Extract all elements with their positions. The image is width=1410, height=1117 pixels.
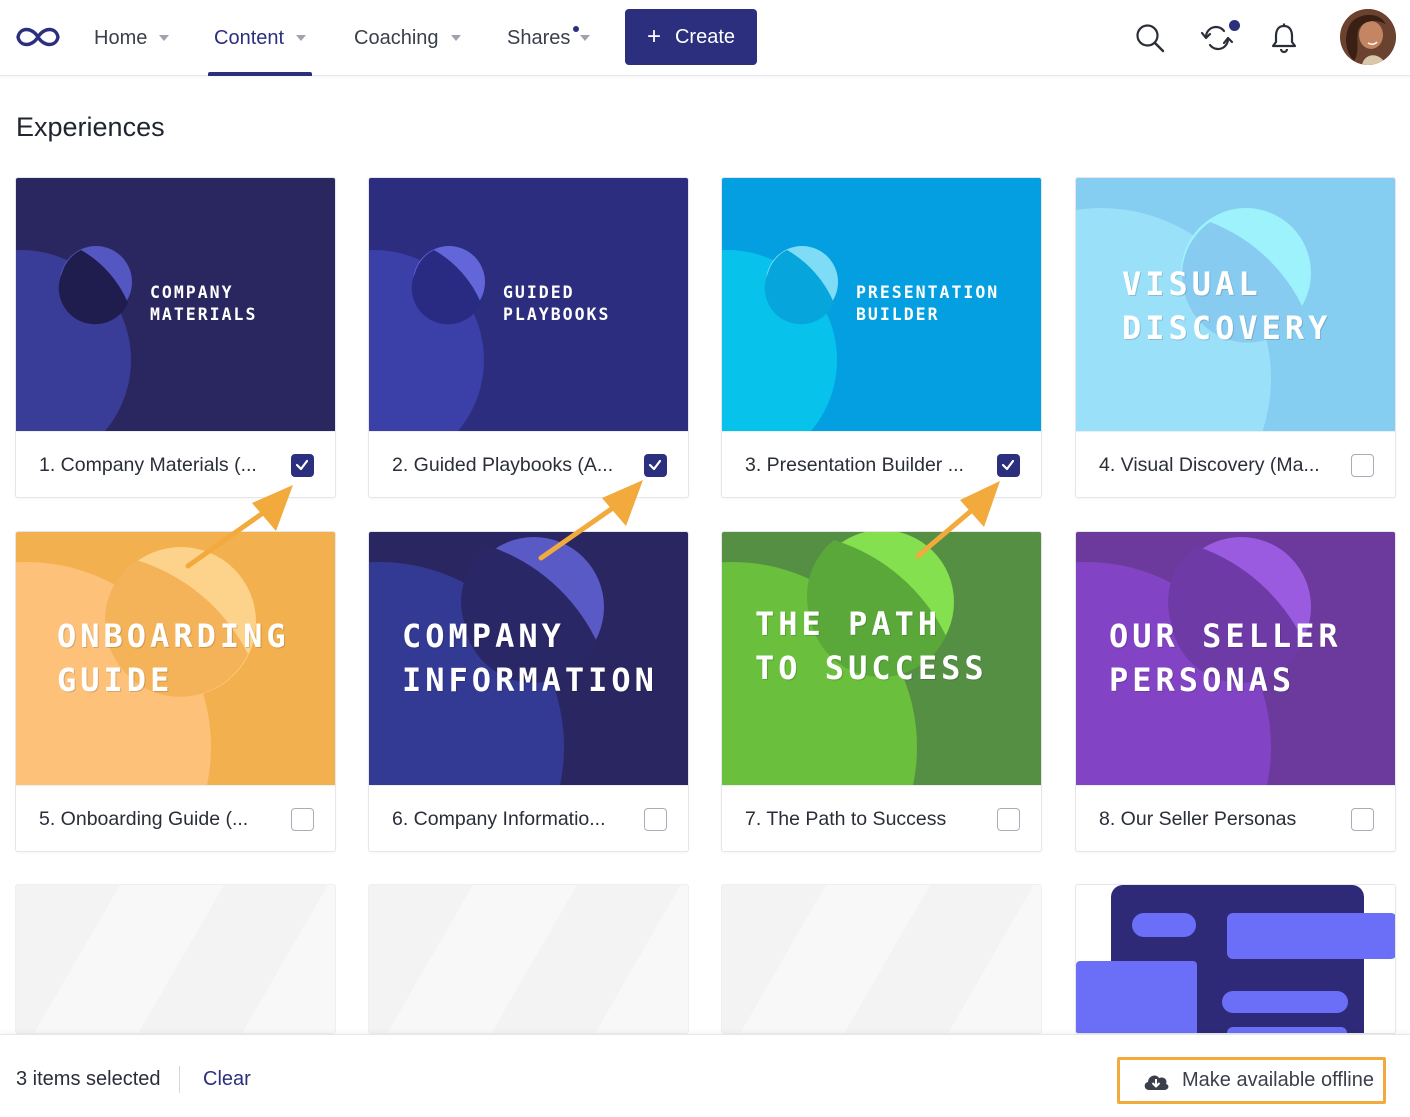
thumbnail-title: COMPANY MATERIALS — [150, 283, 258, 324]
card-footer: 7. The Path to Success — [722, 785, 1041, 851]
checkmark-icon — [295, 459, 309, 471]
chevron-down-icon — [159, 35, 170, 41]
loading-card-placeholder — [368, 884, 689, 1034]
loading-card-placeholder — [721, 884, 1042, 1034]
cloud-download-icon — [1144, 1074, 1169, 1090]
experience-card[interactable]: PRESENTATION BUILDER 3. Presentation Bui… — [721, 177, 1042, 498]
card-thumbnail: COMPANY MATERIALS — [16, 178, 335, 431]
experience-card[interactable] — [1075, 884, 1396, 1034]
nav-coaching[interactable]: Coaching — [354, 0, 461, 76]
card-checkbox[interactable] — [291, 808, 314, 831]
thumbnail-title: ONBOARDING GUIDE — [57, 617, 290, 699]
card-thumbnail: OUR SELLER PERSONAS — [1076, 532, 1395, 785]
thumbnail-title: COMPANY INFORMATION — [402, 617, 658, 699]
card-title: 4. Visual Discovery (Ma... — [1099, 454, 1320, 476]
card-checkbox[interactable] — [997, 808, 1020, 831]
card-footer: 5. Onboarding Guide (... — [16, 785, 335, 851]
card-checkbox[interactable] — [1351, 454, 1374, 477]
card-title: 1. Company Materials (... — [39, 454, 257, 476]
card-thumbnail: ONBOARDING GUIDE — [16, 532, 335, 785]
avatar[interactable] — [1340, 9, 1396, 65]
infinity-logo-icon[interactable] — [14, 22, 62, 52]
bell-icon — [1271, 23, 1297, 54]
experience-card[interactable]: COMPANY MATERIALS 1. Company Materials (… — [15, 177, 336, 498]
page-title: Experiences — [16, 112, 165, 142]
card-footer: 1. Company Materials (... — [16, 431, 335, 497]
card-thumbnail: COMPANY INFORMATION — [369, 532, 688, 785]
card-title: 5. Onboarding Guide (... — [39, 808, 249, 830]
card-thumbnail: GUIDED PLAYBOOKS — [369, 178, 688, 431]
card-title: 8. Our Seller Personas — [1099, 808, 1297, 830]
card-thumbnail: THE PATH TO SUCCESS — [722, 532, 1041, 785]
create-button-label: Create — [674, 25, 736, 48]
nav-home[interactable]: Home — [94, 0, 170, 76]
card-footer: 6. Company Informatio... — [369, 785, 688, 851]
experience-card[interactable]: THE PATH TO SUCCESS 7. The Path to Succe… — [721, 531, 1042, 852]
card-thumbnail: VISUAL DISCOVERY — [1076, 178, 1395, 431]
shares-notification-dot — [573, 26, 579, 32]
experience-card[interactable]: GUIDED PLAYBOOKS 2. Guided Playbooks (A.… — [368, 177, 689, 498]
nav-shares[interactable]: Shares — [507, 0, 591, 76]
card-footer: 8. Our Seller Personas — [1076, 785, 1395, 851]
loading-card-placeholder — [15, 884, 336, 1034]
notifications-button[interactable] — [1264, 18, 1304, 58]
selection-count: 3 items selected — [16, 1068, 161, 1090]
chevron-down-icon — [296, 35, 307, 41]
experience-card[interactable]: COMPANY INFORMATION 6. Company Informati… — [368, 531, 689, 852]
experience-card[interactable]: VISUAL DISCOVERY 4. Visual Discovery (Ma… — [1075, 177, 1396, 498]
card-title: 3. Presentation Builder ... — [745, 454, 964, 476]
card-thumbnail: PRESENTATION BUILDER — [722, 178, 1041, 431]
thumbnail-title: VISUAL DISCOVERY — [1122, 265, 1332, 347]
make-available-offline-button[interactable]: Make available offline — [1117, 1057, 1386, 1104]
user-photo — [1340, 9, 1396, 65]
card-checkbox[interactable] — [997, 454, 1020, 477]
search-button[interactable] — [1130, 18, 1170, 58]
selection-action-bar: 3 items selected Clear Make available of… — [0, 1034, 1410, 1117]
sync-notification-dot — [1229, 20, 1240, 31]
card-thumbnail-graphic — [1076, 885, 1395, 1033]
nav-content-label: Content — [214, 26, 285, 49]
card-checkbox[interactable] — [291, 454, 314, 477]
experience-card[interactable]: OUR SELLER PERSONAS 8. Our Seller Person… — [1075, 531, 1396, 852]
nav-content[interactable]: Content — [207, 0, 313, 76]
chevron-down-icon — [450, 35, 461, 41]
divider — [179, 1066, 180, 1093]
thumbnail-title: PRESENTATION BUILDER — [856, 283, 1000, 324]
chevron-down-icon — [580, 35, 591, 41]
card-checkbox[interactable] — [644, 454, 667, 477]
thumbnail-title: THE PATH TO SUCCESS — [755, 605, 988, 687]
card-checkbox[interactable] — [1351, 808, 1374, 831]
nav-home-label: Home — [94, 26, 148, 49]
thumbnail-title: GUIDED PLAYBOOKS — [503, 283, 611, 324]
nav-shares-label: Shares — [507, 26, 571, 49]
card-checkbox[interactable] — [644, 808, 667, 831]
card-footer: 3. Presentation Builder ... — [722, 431, 1041, 497]
top-navigation: Home Content Coaching Shares + Create — [0, 0, 1410, 76]
offline-button-label: Make available offline — [1182, 1069, 1374, 1091]
create-button[interactable]: + Create — [625, 9, 757, 65]
search-icon — [1136, 24, 1165, 53]
card-title: 7. The Path to Success — [745, 808, 947, 830]
card-title: 2. Guided Playbooks (A... — [392, 454, 614, 476]
thumbnail-title: OUR SELLER PERSONAS — [1109, 617, 1342, 699]
nav-coaching-label: Coaching — [354, 26, 439, 49]
checkmark-icon — [648, 459, 662, 471]
plus-icon: + — [646, 23, 661, 50]
checkmark-icon — [1001, 459, 1015, 471]
card-footer: 4. Visual Discovery (Ma... — [1076, 431, 1395, 497]
card-title: 6. Company Informatio... — [392, 808, 606, 830]
clear-selection-link[interactable]: Clear — [203, 1068, 251, 1091]
experience-card[interactable]: ONBOARDING GUIDE 5. Onboarding Guide (..… — [15, 531, 336, 852]
card-footer: 2. Guided Playbooks (A... — [369, 431, 688, 497]
